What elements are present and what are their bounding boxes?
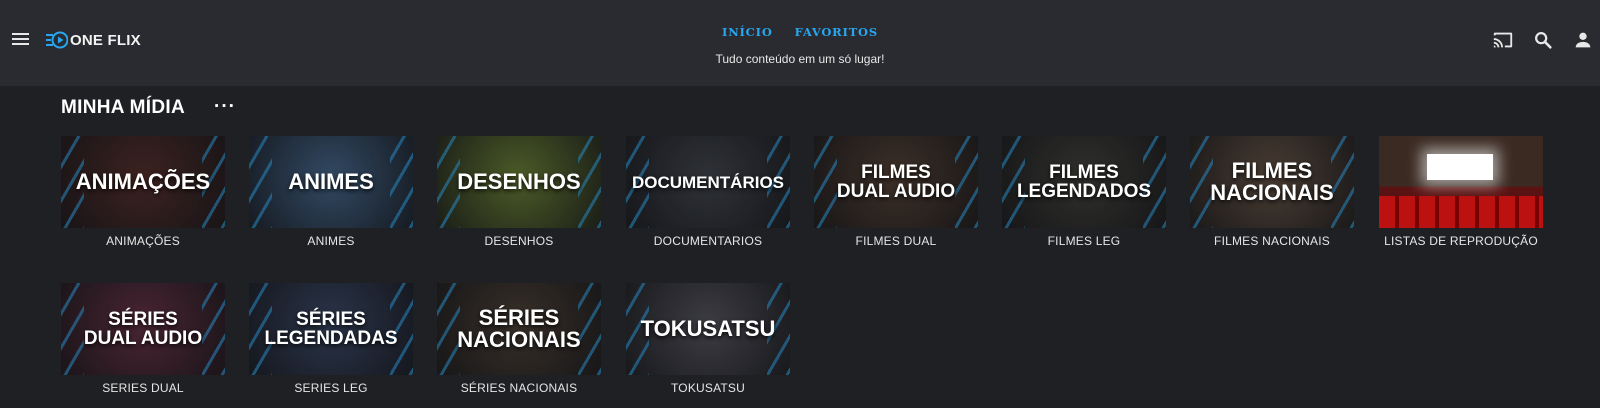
- tile-thumbnail[interactable]: SÉRIES LEGENDADAS: [249, 283, 413, 375]
- tile-thumbnail[interactable]: SÉRIES DUAL AUDIO: [61, 283, 225, 375]
- section-title: MINHA MÍDIA: [61, 97, 185, 118]
- tile-thumbnail-title: SÉRIES NACIONAIS: [457, 305, 581, 352]
- tile-thumbnail[interactable]: DOCUMENTÁRIOS: [626, 136, 790, 228]
- tile-thumbnail[interactable]: FILMES LEGENDADOS: [1002, 136, 1166, 228]
- tile-label: FILMES LEG: [1047, 234, 1121, 248]
- media-tile[interactable]: SÉRIES NACIONAIS SÉRIES NACIONAIS: [437, 283, 601, 395]
- tile-thumbnail[interactable]: FILMES NACIONAIS: [1190, 136, 1354, 228]
- search-icon[interactable]: [1532, 29, 1554, 51]
- tile-label: ANIMAÇÕES: [106, 234, 180, 248]
- cinema-screen: [1427, 154, 1493, 180]
- tile-label: FILMES DUAL: [855, 234, 937, 248]
- tile-label: ANIMES: [307, 234, 355, 248]
- media-tile[interactable]: FILMES NACIONAIS FILMES NACIONAIS: [1190, 136, 1354, 248]
- menu-icon[interactable]: [10, 29, 30, 49]
- tile-thumbnail-title: SÉRIES LEGENDADAS: [264, 309, 398, 349]
- tile-label: LISTAS DE REPRODUÇÃO: [1384, 234, 1538, 248]
- more-options-icon[interactable]: ···: [214, 96, 236, 118]
- tile-thumbnail-title: ANIMAÇÕES: [75, 169, 211, 194]
- tile-thumbnail-title: FILMES DUAL AUDIO: [836, 162, 956, 202]
- nav-favoritos[interactable]: FAVORITOS: [795, 25, 878, 39]
- tile-label: FILMES NACIONAIS: [1214, 234, 1330, 248]
- top-bar: ONE FLIX INÍCIO FAVORITOS Tudo conteúdo …: [0, 0, 1600, 86]
- tile-thumbnail-title: DESENHOS: [457, 169, 581, 194]
- cinema-image: [1379, 136, 1543, 228]
- tile-thumbnail[interactable]: ANIMAÇÕES: [61, 136, 225, 228]
- tile-thumbnail-title: ANIMES: [288, 169, 374, 194]
- media-tile[interactable]: FILMES LEGENDADOS FILMES LEG: [1002, 136, 1166, 248]
- cast-icon[interactable]: [1492, 29, 1514, 51]
- tile-thumbnail[interactable]: ANIMES: [249, 136, 413, 228]
- nav-inicio[interactable]: INÍCIO: [722, 25, 773, 39]
- media-tile[interactable]: SÉRIES DUAL AUDIO SERIES DUAL: [61, 283, 225, 395]
- user-icon[interactable]: [1572, 29, 1594, 51]
- cinema-seats: [1379, 196, 1543, 228]
- logo-play-icon: [46, 31, 68, 49]
- tile-label: DESENHOS: [484, 234, 554, 248]
- media-tile[interactable]: ANIMAÇÕES ANIMAÇÕES: [61, 136, 225, 248]
- main-nav: INÍCIO FAVORITOS: [700, 25, 900, 39]
- media-tile[interactable]: DESENHOS DESENHOS: [437, 136, 601, 248]
- tile-thumbnail[interactable]: SÉRIES NACIONAIS: [437, 283, 601, 375]
- brand-name: ONE FLIX: [70, 31, 141, 49]
- tile-thumbnail[interactable]: DESENHOS: [437, 136, 601, 228]
- brand-logo[interactable]: ONE FLIX: [46, 29, 141, 51]
- tile-thumbnail-title: FILMES NACIONAIS: [1210, 158, 1334, 205]
- media-tile[interactable]: LISTAS DE REPRODUÇÃO: [1379, 136, 1543, 248]
- tile-label: SÉRIES NACIONAIS: [460, 381, 578, 395]
- tile-label: SERIES DUAL: [102, 381, 184, 395]
- media-tile[interactable]: ANIMES ANIMES: [249, 136, 413, 248]
- tagline: Tudo conteúdo em um só lugar!: [715, 52, 885, 66]
- tile-thumbnail-title: FILMES LEGENDADOS: [1016, 162, 1152, 202]
- tile-thumbnail-title: DOCUMENTÁRIOS: [631, 172, 785, 192]
- tile-thumbnail[interactable]: [1379, 136, 1543, 228]
- tile-thumbnail[interactable]: TOKUSATSU: [626, 283, 790, 375]
- tile-thumbnail[interactable]: FILMES DUAL AUDIO: [814, 136, 978, 228]
- media-tile[interactable]: SÉRIES LEGENDADAS SERIES LEG: [249, 283, 413, 395]
- tile-label: DOCUMENTARIOS: [653, 234, 763, 248]
- tile-label: SERIES LEG: [294, 381, 368, 395]
- tile-label: TOKUSATSU: [670, 381, 746, 395]
- tile-thumbnail-title: SÉRIES DUAL AUDIO: [83, 309, 203, 349]
- media-tile[interactable]: FILMES DUAL AUDIO FILMES DUAL: [814, 136, 978, 248]
- tile-thumbnail-title: TOKUSATSU: [640, 316, 776, 341]
- media-tile[interactable]: DOCUMENTÁRIOS DOCUMENTARIOS: [626, 136, 790, 248]
- media-tile[interactable]: TOKUSATSU TOKUSATSU: [626, 283, 790, 395]
